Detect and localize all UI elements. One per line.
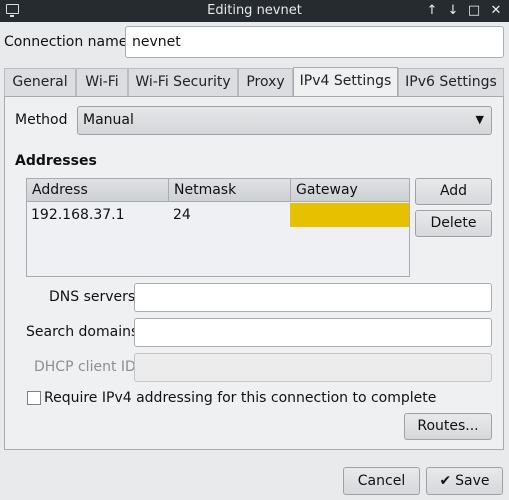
search-domains-label: Search domains	[26, 324, 139, 340]
dhcp-client-id-label: DHCP client ID	[34, 359, 136, 375]
table-cell-netmask[interactable]: 24	[169, 203, 291, 227]
cancel-button[interactable]: Cancel	[343, 467, 420, 495]
dns-servers-input[interactable]	[134, 283, 492, 312]
connection-name-label: Connection name	[4, 34, 128, 50]
table-cell-address[interactable]: 192.168.37.1	[27, 203, 169, 227]
method-select[interactable]: Manual ▼	[77, 106, 492, 135]
column-header-gateway[interactable]: Gateway	[291, 179, 409, 202]
dns-servers-label: DNS servers	[49, 289, 136, 305]
method-value: Manual	[83, 112, 134, 128]
search-domains-input[interactable]	[134, 318, 492, 347]
method-label: Method	[15, 112, 68, 128]
keep-above-icon[interactable]: ↑	[423, 2, 441, 20]
table-cell-gateway-editing[interactable]	[290, 203, 409, 227]
tab-ipv6-settings[interactable]: IPv6 Settings	[398, 68, 504, 96]
tab-proxy[interactable]: Proxy	[238, 68, 293, 96]
require-ipv4-label[interactable]: Require IPv4 addressing for this connect…	[44, 390, 436, 406]
connection-name-value: nevnet	[132, 34, 181, 50]
addresses-heading: Addresses	[15, 153, 97, 169]
routes-button[interactable]: Routes...	[404, 413, 492, 440]
minimize-icon[interactable]: ↓	[444, 2, 462, 20]
close-icon[interactable]: ✕	[487, 2, 505, 20]
addresses-table[interactable]: Address Netmask Gateway 192.168.37.1 24	[26, 178, 410, 277]
checkmark-icon: ✔	[439, 473, 452, 489]
title-bar: Editing nevnet ↑ ↓ □ ✕	[0, 0, 509, 22]
column-header-netmask[interactable]: Netmask	[169, 179, 291, 202]
save-button-label: Save	[455, 473, 490, 489]
tab-wifi-security[interactable]: Wi-Fi Security	[128, 68, 238, 96]
tab-wifi[interactable]: Wi-Fi	[76, 68, 128, 96]
tab-general[interactable]: General	[4, 68, 76, 96]
tab-ipv4-settings[interactable]: IPv4 Settings	[293, 67, 398, 97]
require-ipv4-checkbox[interactable]	[27, 391, 41, 405]
dhcp-client-id-input	[134, 353, 492, 382]
save-button[interactable]: ✔ Save	[426, 467, 503, 495]
add-address-button[interactable]: Add	[415, 178, 492, 205]
maximize-icon[interactable]: □	[465, 2, 483, 20]
dropdown-arrow-icon: ▼	[475, 113, 484, 126]
connection-name-input[interactable]: nevnet	[125, 26, 504, 58]
column-header-address[interactable]: Address	[27, 179, 169, 202]
delete-address-button[interactable]: Delete	[415, 210, 492, 237]
